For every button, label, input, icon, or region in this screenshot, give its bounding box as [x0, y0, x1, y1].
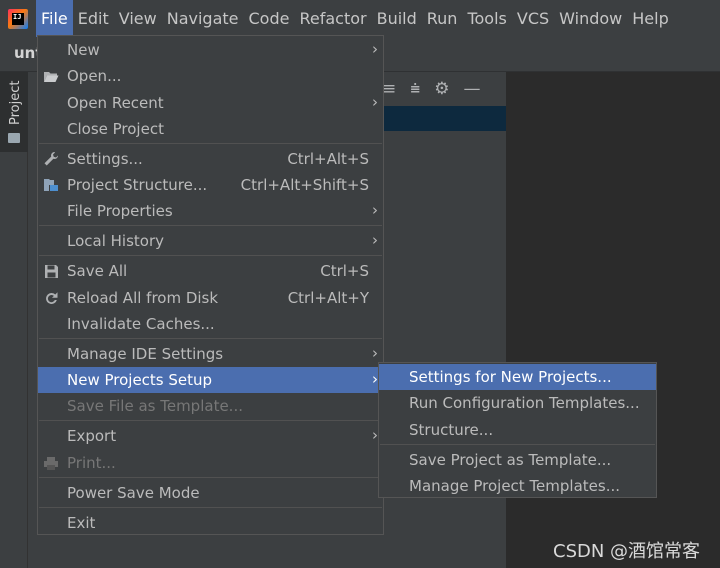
menu-item-label: Manage IDE Settings — [67, 345, 224, 363]
menu-item-label: Print... — [67, 454, 116, 472]
file-menu-exit[interactable]: Exit — [38, 510, 383, 536]
folder-icon — [8, 133, 20, 143]
menu-edit[interactable]: Edit — [73, 0, 114, 37]
project-structure-icon — [42, 177, 60, 193]
menu-separator — [39, 420, 382, 421]
wrench-icon — [42, 151, 60, 167]
menu-item-label: Project Structure... — [67, 176, 208, 194]
chevron-right-icon: › — [372, 344, 378, 362]
menu-item-shortcut: Ctrl+Alt+Y — [287, 289, 369, 307]
menu-item-label: Reload All from Disk — [67, 289, 219, 307]
file-menu-settings[interactable]: Settings... Ctrl+Alt+S — [38, 146, 383, 172]
file-menu-close-project[interactable]: Close Project — [38, 116, 383, 142]
menu-item-label: Export — [67, 427, 117, 445]
folder-open-icon — [42, 68, 60, 84]
menu-run[interactable]: Run — [422, 0, 463, 37]
menu-window[interactable]: Window — [554, 0, 627, 37]
watermark: CSDN @酒馆常客 — [553, 541, 701, 562]
menu-view[interactable]: View — [114, 0, 162, 37]
collapse-all-icon[interactable]: ⩧ — [410, 80, 420, 98]
menu-tools[interactable]: Tools — [462, 0, 511, 37]
menu-separator — [39, 255, 382, 256]
file-menu-new[interactable]: New › — [38, 37, 383, 63]
menu-item-label: Close Project — [67, 120, 164, 138]
menu-help[interactable]: Help — [627, 0, 673, 37]
menu-item-label: Exit — [67, 514, 96, 532]
menu-item-label: New Projects Setup — [67, 371, 213, 389]
file-menu-export[interactable]: Export › — [38, 423, 383, 449]
file-menu-reload-all[interactable]: Reload All from Disk Ctrl+Alt+Y — [38, 285, 383, 311]
save-icon — [42, 263, 60, 279]
menu-item-label: Open Recent — [67, 94, 164, 112]
menu-item-label: Save Project as Template... — [409, 451, 612, 469]
submenu-settings-for-new-projects[interactable]: Settings for New Projects... — [379, 364, 656, 390]
menu-refactor[interactable]: Refactor — [294, 0, 371, 37]
file-menu-power-save-mode[interactable]: Power Save Mode — [38, 480, 383, 506]
menu-item-label: Local History — [67, 232, 165, 250]
menu-item-label: Save All — [67, 262, 128, 280]
intellij-logo-icon: IJ — [0, 0, 36, 37]
hide-panel-icon[interactable]: — — [463, 80, 480, 98]
expand-all-icon[interactable]: ≡ — [382, 80, 396, 98]
menu-item-label: Invalidate Caches... — [67, 315, 215, 333]
file-menu-file-properties[interactable]: File Properties › — [38, 198, 383, 224]
submenu-manage-project-templates[interactable]: Manage Project Templates... — [379, 473, 656, 499]
file-menu-save-all[interactable]: Save All Ctrl+S — [38, 258, 383, 284]
chevron-right-icon: › — [372, 93, 378, 111]
new-projects-setup-submenu: Settings for New Projects... Run Configu… — [378, 362, 657, 498]
menu-vcs[interactable]: VCS — [512, 0, 554, 37]
file-menu: New › Open... Open Recent › Close Projec… — [37, 35, 384, 535]
menu-separator — [39, 225, 382, 226]
menu-file[interactable]: File — [36, 0, 73, 37]
menu-separator — [39, 143, 382, 144]
gear-icon[interactable]: ⚙ — [434, 80, 449, 98]
menu-separator — [39, 507, 382, 508]
submenu-structure[interactable]: Structure... — [379, 417, 656, 443]
menu-item-label: New — [67, 41, 100, 59]
menu-item-label: Settings for New Projects... — [409, 368, 612, 386]
reload-icon — [42, 290, 60, 306]
chevron-right-icon: › — [372, 40, 378, 58]
selected-tree-row[interactable] — [384, 106, 506, 131]
menu-bar: IJ File Edit View Navigate Code Refactor… — [0, 0, 720, 37]
menu-build[interactable]: Build — [372, 0, 422, 37]
menu-item-shortcut: Ctrl+S — [320, 262, 369, 280]
menu-item-label: Power Save Mode — [67, 484, 200, 502]
submenu-save-project-as-template[interactable]: Save Project as Template... — [379, 447, 656, 473]
menu-navigate[interactable]: Navigate — [162, 0, 244, 37]
menu-item-label: Settings... — [67, 150, 143, 168]
menu-separator — [39, 338, 382, 339]
menu-code[interactable]: Code — [244, 0, 295, 37]
menu-item-label: Open... — [67, 67, 122, 85]
project-panel-toolbar: ≡ ⩧ ⚙ — — [378, 72, 506, 106]
menu-item-label: Manage Project Templates... — [409, 477, 621, 495]
file-menu-open-recent[interactable]: Open Recent › — [38, 90, 383, 116]
file-menu-local-history[interactable]: Local History › — [38, 228, 383, 254]
menu-item-label: Save File as Template... — [67, 397, 243, 415]
chevron-right-icon: › — [372, 231, 378, 249]
menu-item-label: Run Configuration Templates... — [409, 394, 640, 412]
chevron-right-icon: › — [372, 201, 378, 219]
menu-separator — [39, 477, 382, 478]
file-menu-manage-ide-settings[interactable]: Manage IDE Settings › — [38, 341, 383, 367]
menu-separator — [380, 444, 655, 445]
submenu-run-configuration-templates[interactable]: Run Configuration Templates... — [379, 390, 656, 416]
project-tool-tab-label[interactable]: Project — [8, 81, 23, 125]
menu-item-shortcut: Ctrl+Alt+S — [287, 150, 369, 168]
file-menu-new-projects-setup[interactable]: New Projects Setup › — [38, 367, 383, 393]
file-menu-open[interactable]: Open... — [38, 63, 383, 89]
file-menu-invalidate-caches[interactable]: Invalidate Caches... — [38, 311, 383, 337]
menu-item-label: Structure... — [409, 421, 494, 439]
file-menu-project-structure[interactable]: Project Structure... Ctrl+Alt+Shift+S — [38, 172, 383, 198]
menu-item-shortcut: Ctrl+Alt+Shift+S — [240, 176, 369, 194]
menu-item-label: File Properties — [67, 202, 173, 220]
printer-icon — [42, 455, 60, 471]
file-menu-print[interactable]: Print... — [38, 450, 383, 476]
file-menu-save-file-as-template[interactable]: Save File as Template... — [38, 393, 383, 419]
